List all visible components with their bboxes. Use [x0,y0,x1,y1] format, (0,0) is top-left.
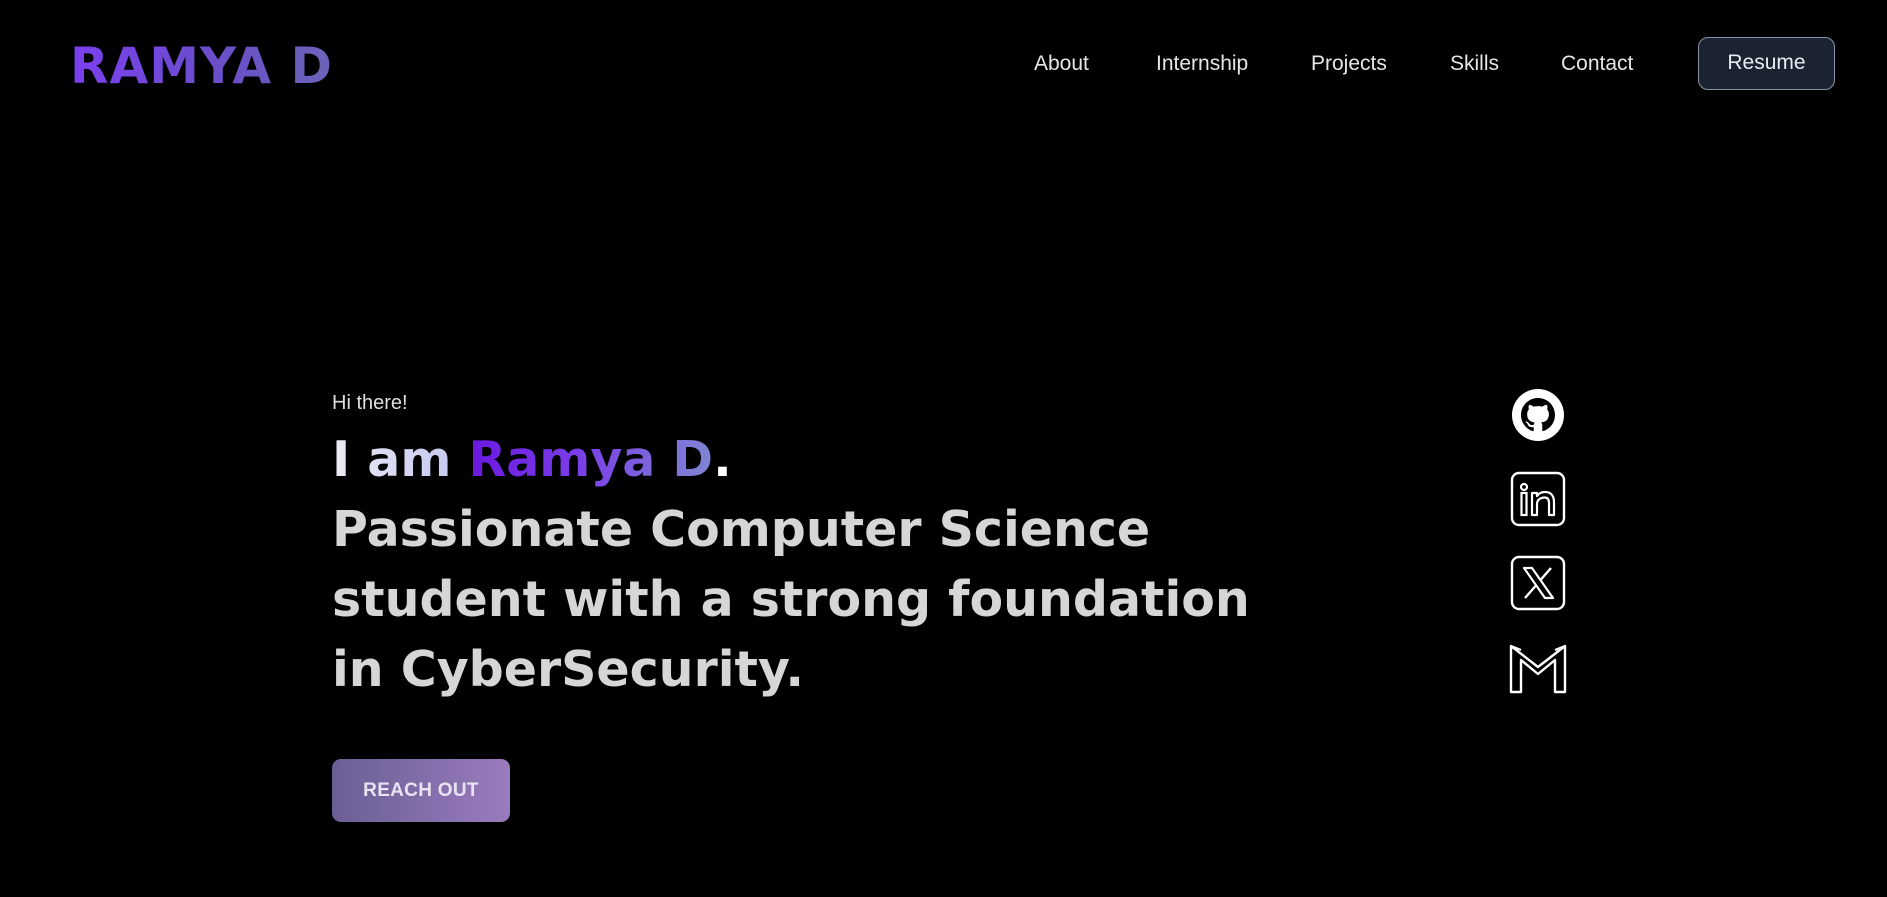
hero-greeting: Hi there! [332,392,408,414]
hero-tagline-line-2: student with a strong foundation [332,571,1250,628]
resume-button[interactable]: Resume [1698,37,1835,90]
nav-projects-link[interactable]: Projects [1311,50,1387,78]
hero-tagline-line-3: in CyberSecurity. [332,641,805,698]
hero-headline: I am Ramya D. Passionate Computer Scienc… [332,425,1250,705]
gmail-icon[interactable] [1505,634,1571,700]
hero-intro-prefix: I am [332,431,452,488]
nav-skills-link[interactable]: Skills [1450,50,1499,78]
hero-name: Ramya D [468,431,714,488]
portfolio-page: RAMYA D About Internship Projects Skills… [0,0,1887,897]
hero-intro-line: I am Ramya D. [332,425,1152,495]
x-icon[interactable] [1505,550,1571,616]
main-nav: About Internship Projects Skills Contact [0,36,1887,92]
linkedin-icon[interactable] [1505,466,1571,532]
hero-name-period: . [713,431,732,488]
hero-tagline-line-1: Passionate Computer Science [332,501,1151,558]
github-icon[interactable] [1505,382,1571,448]
nav-internship-link[interactable]: Internship [1156,50,1248,78]
reach-out-button[interactable]: REACH OUT [332,759,510,822]
nav-contact-link[interactable]: Contact [1561,50,1633,78]
nav-about-link[interactable]: About [1034,50,1089,78]
